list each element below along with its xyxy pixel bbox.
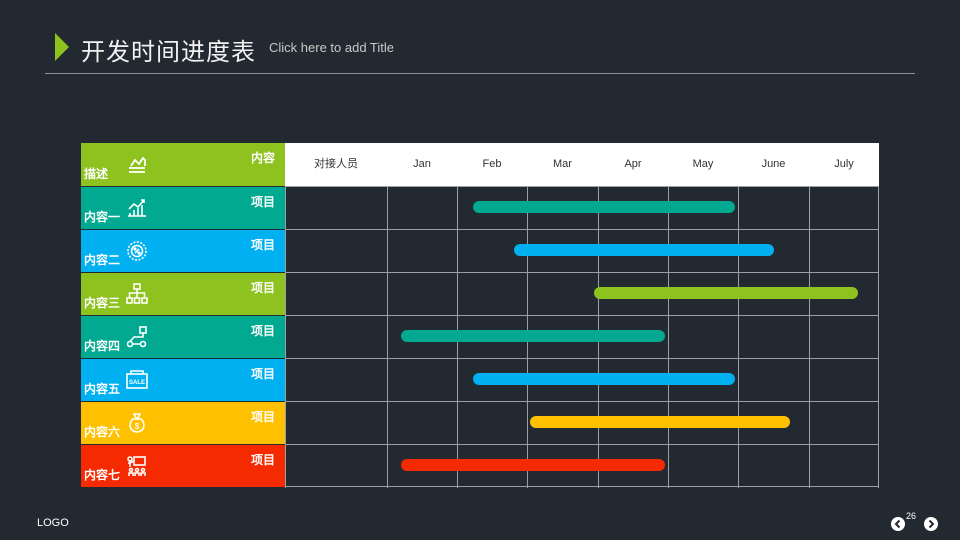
grid-column-line (668, 186, 669, 488)
timeline-bar[interactable] (473, 373, 735, 385)
workflow-icon (125, 325, 149, 349)
svg-text:$: $ (135, 422, 140, 431)
category-label: 内容四 (84, 339, 121, 353)
chevron-left-icon (894, 519, 901, 529)
category-label: 内容七 (84, 468, 121, 482)
timeline-bar[interactable] (594, 287, 858, 299)
category-column: 描述 内容 内容一 项目 内容二 项目 内容三 项目 内容四 项目 内容五 项目 SALE 内容六 项目… (81, 143, 285, 487)
category-row: 内容二 项目 (81, 229, 285, 272)
category-label: 内容一 (84, 210, 121, 224)
timeline-bar[interactable] (529, 416, 790, 428)
col-header-june: June (761, 158, 786, 170)
timeline-bar[interactable] (401, 459, 665, 471)
grid-column-line (738, 186, 739, 488)
grid-row-line (285, 401, 879, 402)
chart-up-icon (125, 196, 149, 220)
line-chart-icon (125, 152, 149, 176)
title-arrow-icon (55, 33, 69, 61)
subtitle-placeholder[interactable]: Click here to add Title (269, 40, 394, 55)
category-tag: 项目 (250, 281, 275, 295)
category-row: 内容三 项目 (81, 272, 285, 315)
timeline-bar[interactable] (473, 201, 735, 213)
grid-row-line (285, 272, 879, 273)
category-label: 内容六 (84, 425, 121, 439)
grid-column-line (809, 186, 810, 488)
grid-column-line (878, 186, 879, 488)
prev-page-button[interactable] (891, 517, 905, 531)
category-label: 内容二 (84, 253, 121, 267)
logo: LOGO (37, 517, 69, 529)
month-header: 对接人员 Jan Feb Mar Apr May June July (285, 143, 879, 186)
corner-label: 描述 (84, 167, 109, 181)
category-tag: 项目 (250, 410, 275, 424)
col-header-jan: Jan (413, 158, 431, 170)
category-label: 内容三 (84, 296, 121, 310)
grid-row-line (285, 315, 879, 316)
col-header-july: July (834, 158, 854, 170)
col-header-apr: Apr (624, 158, 642, 170)
col-header-mar: Mar (553, 158, 572, 170)
percent-badge-icon (125, 239, 149, 263)
page-title: 开发时间进度表 (81, 38, 256, 66)
category-row: 内容七 项目 (81, 444, 285, 487)
grid-column-line (387, 186, 388, 488)
col-header-feb: Feb (482, 158, 502, 170)
category-label: 内容五 (84, 382, 121, 396)
money-bag-icon: $ (125, 411, 149, 435)
team-board-icon (125, 454, 149, 478)
category-tag: 项目 (250, 453, 275, 467)
grid-row-line (285, 444, 879, 445)
col-header-contact: 对接人员 (314, 158, 358, 170)
category-tag: 项目 (250, 195, 275, 209)
col-header-may: May (692, 158, 714, 170)
svg-text:SALE: SALE (129, 380, 145, 386)
grid-row-line (285, 186, 879, 187)
category-row: 内容五 项目 SALE (81, 358, 285, 401)
next-page-button[interactable] (924, 517, 938, 531)
timeline-bar[interactable] (513, 244, 774, 256)
grid-row-line (285, 358, 879, 359)
grid-column-line (285, 186, 286, 488)
category-tag: 项目 (250, 238, 275, 252)
page-number: 26 (906, 511, 917, 521)
title-divider (45, 73, 915, 74)
category-row: 内容四 项目 (81, 315, 285, 358)
category-row: 内容一 项目 (81, 186, 285, 229)
category-tag: 项目 (250, 324, 275, 338)
category-header: 描述 内容 (81, 143, 285, 186)
grid-row-line (285, 486, 879, 487)
category-row: 内容六 项目 $ (81, 401, 285, 444)
timeline-bar[interactable] (401, 330, 665, 342)
corner-tag: 内容 (250, 151, 275, 165)
org-chart-icon (125, 282, 149, 306)
sale-sign-icon: SALE (125, 368, 149, 392)
category-tag: 项目 (250, 367, 275, 381)
grid-row-line (285, 229, 879, 230)
chevron-right-icon (928, 519, 935, 529)
gantt-grid: 对接人员 Jan Feb Mar Apr May June July (285, 143, 879, 488)
